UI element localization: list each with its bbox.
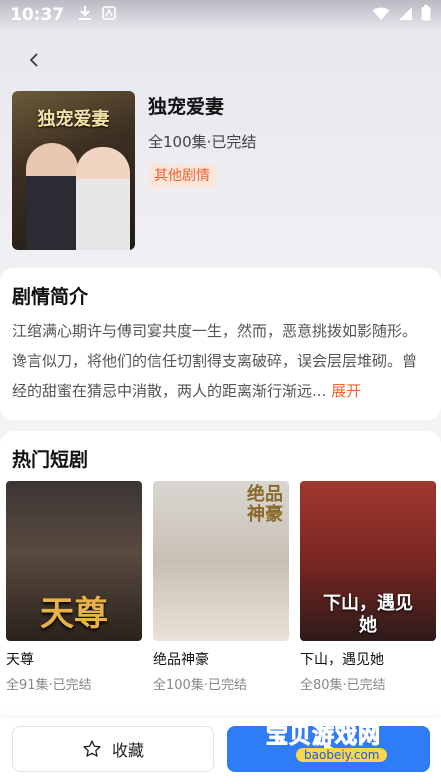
cover-caption: 天尊 [40,594,108,634]
play-icon [323,742,335,756]
battery-icon [421,5,431,25]
hot-drama-name: 下山，遇见她 [300,652,384,668]
hot-drama-cover: 绝品神豪 [153,481,289,641]
download-icon [78,5,92,25]
hot-drama-item[interactable]: 天尊 天尊 全91集·已完结 [6,481,142,693]
collect-label: 收藏 [111,741,144,760]
chevron-left-icon [29,53,38,67]
poster-actor-female [76,147,130,250]
drama-title: 独宠爱妻 [148,96,225,118]
hot-drama-item[interactable]: 绝品神豪 绝品神豪 全100集·已完结 [153,481,289,693]
hot-drama-cover: 天尊 [6,481,142,641]
star-icon [83,740,101,757]
hot-drama-name: 绝品神豪 [153,652,209,668]
hot-drama-meta: 全100集·已完结 [153,678,247,693]
genre-tag[interactable]: 其他剧情 [148,164,216,188]
expand-link[interactable]: 展开 [331,382,361,400]
synopsis-heading: 剧情简介 [12,286,89,308]
synopsis-card: 剧情简介 江绾满心期许与傅司宴共度一生，然而，恶意挑拨如影随形。谗言似刀，将他们… [0,268,441,420]
back-button[interactable] [22,48,46,72]
poster-actor-male [26,143,78,250]
status-time: 10:37 [10,5,65,25]
synopsis-text: 江绾满心期许与傅司宴共度一生，然而，恶意挑拨如影随形。谗言似刀，将他们的信任切割… [12,316,430,406]
hot-drama-name: 天尊 [6,652,34,668]
play-button[interactable] [227,726,430,772]
drama-poster[interactable]: 独宠爱妻 [12,91,135,250]
hot-drama-meta: 全91集·已完结 [6,678,92,693]
collect-button[interactable]: 收藏 [12,726,214,772]
hot-drama-item[interactable]: 下山，遇见她 下山，遇见她 全80集·已完结 [300,481,436,693]
hot-drama-meta: 全80集·已完结 [300,678,386,693]
cover-caption: 绝品神豪 [247,484,283,525]
hot-dramas-heading: 热门短剧 [12,449,89,471]
status-bar: 10:37 [0,0,441,30]
cover-caption: 下山，遇见她 [323,593,413,636]
wifi-icon [372,6,390,25]
poster-title: 独宠爱妻 [37,109,110,130]
bottom-action-bar: 收藏 [0,718,441,784]
signal-icon [398,6,413,25]
hot-drama-cover: 下山，遇见她 [300,481,436,641]
app-notification-icon [102,5,116,25]
drama-episode-info: 全100集·已完结 [148,133,257,151]
